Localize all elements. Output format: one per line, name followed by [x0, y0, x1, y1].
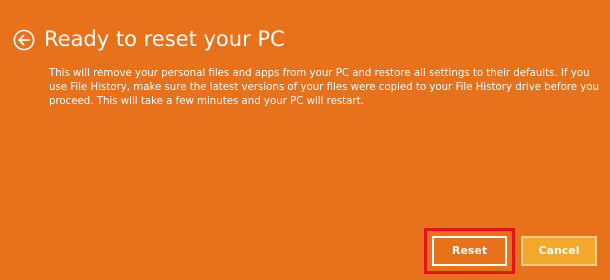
- cancel-button[interactable]: Cancel: [521, 236, 597, 266]
- page-title: Ready to reset your PC: [44, 27, 285, 51]
- reset-pc-panel: Ready to reset your PC This will remove …: [0, 0, 610, 280]
- reset-button[interactable]: Reset: [432, 236, 507, 266]
- back-button[interactable]: [13, 29, 35, 51]
- reset-description: This will remove your personal files and…: [49, 68, 599, 107]
- back-arrow-icon: [13, 29, 35, 51]
